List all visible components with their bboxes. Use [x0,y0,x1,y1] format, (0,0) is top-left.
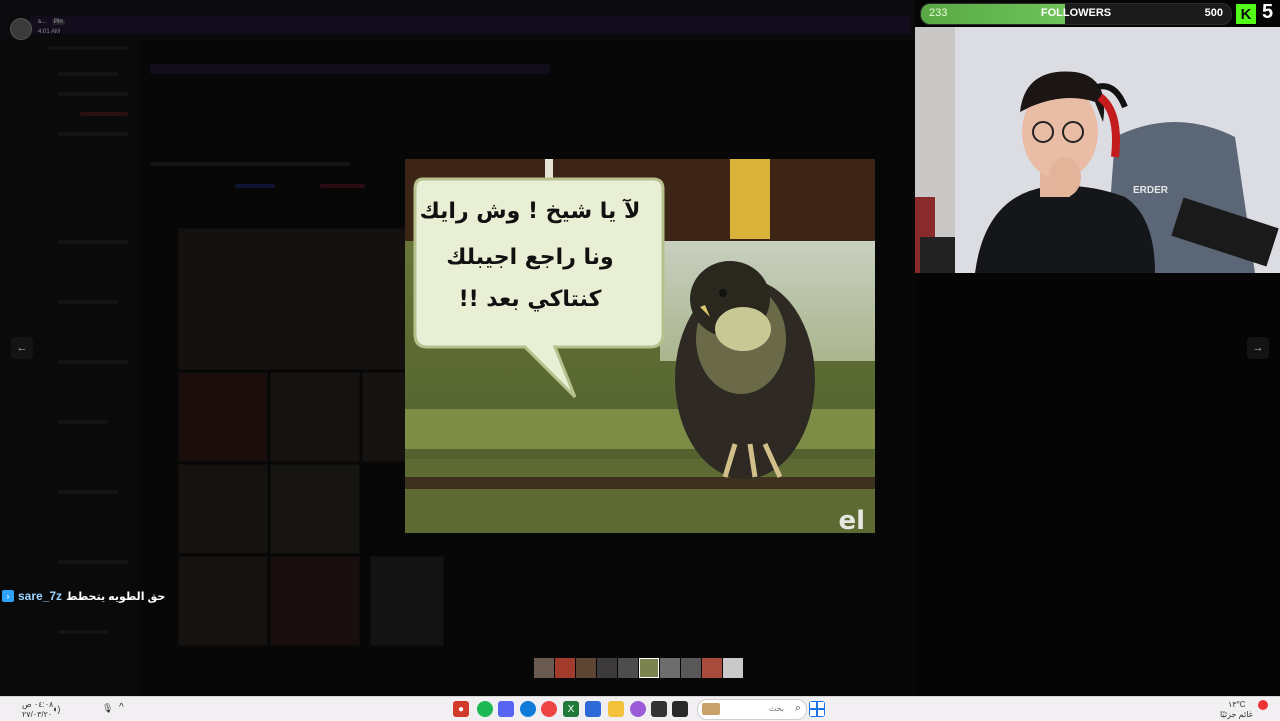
xbox-icon[interactable]: X [563,701,579,717]
background-thumbnail [362,372,407,462]
weather-temp[interactable]: ١٣°C [1228,700,1246,709]
kick-badge-icon: › [2,590,14,602]
speaker-icon[interactable]: ◖) [52,704,60,714]
thumbnail[interactable] [576,658,596,678]
next-image-button[interactable]: → [1247,337,1269,359]
background-thumbnail [178,464,268,554]
background-text-line [150,162,350,166]
background-banner [30,16,910,34]
notification-icon[interactable] [1258,700,1268,710]
app-icon[interactable] [630,701,646,717]
arrow-right-icon: → [1252,342,1264,354]
discord-icon[interactable] [498,701,514,717]
store-icon[interactable] [585,701,601,717]
thumbnail-active[interactable] [639,658,659,678]
taskbar-search[interactable]: بحث ⌕ [697,699,807,720]
background-thumbnail [270,372,360,462]
background-thumbnail [178,372,268,462]
kick-logo-icon: K [1236,4,1256,24]
taskbar: ٠٤:٠٨ ص ٢٧/٠٣/٢٠ ◖) 🎙 ^ ● X بحث ⌕ ١٣°C غ… [0,696,1280,721]
app-icon[interactable] [651,701,667,717]
meme-text-line: لآ يا شيخ ! وش رايك [419,199,641,224]
background-tag [235,184,275,188]
background-thumbnail [178,228,407,370]
search-highlight-icon [702,703,720,715]
post-timestamp: 4:01 AM [38,29,61,35]
previous-image-button[interactable]: ← [11,337,33,359]
windows-start-icon[interactable] [809,701,825,717]
meme-text-line: ونا راجع اجيبلك [446,245,614,270]
arrow-left-icon: ← [16,342,28,354]
background-thumbnail [370,556,444,646]
avatar[interactable] [10,18,32,40]
search-icon: ⌕ [794,702,801,714]
search-placeholder: بحث [768,704,784,713]
edge-icon[interactable] [520,701,536,717]
post-author-tag: Pin [52,19,65,25]
webcam-feed: ERDER [915,27,1280,273]
svg-text:el: el [838,506,865,533]
meme-text-line: كنتاكي بعد !! [458,287,602,312]
kick-count: 5 [1262,1,1274,23]
background-thumbnail [270,556,360,646]
thumbnail[interactable] [681,658,701,678]
chevron-up-icon[interactable]: ^ [119,702,124,713]
app-icon[interactable]: ● [453,701,469,717]
webcam-illustration: ERDER [915,27,1280,273]
thumbnail[interactable] [723,658,743,678]
taskbar-time[interactable]: ٠٤:٠٨ ص [22,700,53,709]
thumbnail[interactable] [660,658,680,678]
terminal-icon[interactable] [672,701,688,717]
microphone-icon[interactable]: 🎙 [102,703,113,714]
post-author-name[interactable]: s... [38,19,46,25]
taskbar-date[interactable]: ٢٧/٠٣/٢٠ [22,710,52,719]
background-thumbnail [270,464,360,554]
background-bar [150,64,550,74]
thumbnail-strip [534,658,743,678]
follower-goal-label: FOLLOWERS [1040,7,1112,19]
thumbnail[interactable] [597,658,617,678]
chrome-icon[interactable] [541,701,557,717]
background-thumbnail [178,556,268,646]
folder-icon[interactable] [608,701,624,717]
chair-brand-text: ERDER [1133,185,1169,196]
weather-desc[interactable]: غائم جزئيًا [1220,710,1253,719]
thumbnail[interactable] [534,658,554,678]
chat-message-text: حق الطويه يتحطط [66,590,166,603]
chat-message: › sare_7z حق الطويه يتحطط [2,587,165,605]
thumbnail[interactable] [702,658,722,678]
thumbnail[interactable] [555,658,575,678]
follower-goal-target: 500 [1204,7,1223,19]
background-tag [320,184,365,188]
thumbnail[interactable] [618,658,638,678]
lightbox-image[interactable]: el لآ يا شيخ ! وش رايك ونا راجع اجيبلك ك… [405,159,875,533]
chat-username: sare_7z [18,589,63,603]
spotify-icon[interactable] [477,701,493,717]
follower-goal-bar: 233 FOLLOWERS 500 [920,3,1232,25]
